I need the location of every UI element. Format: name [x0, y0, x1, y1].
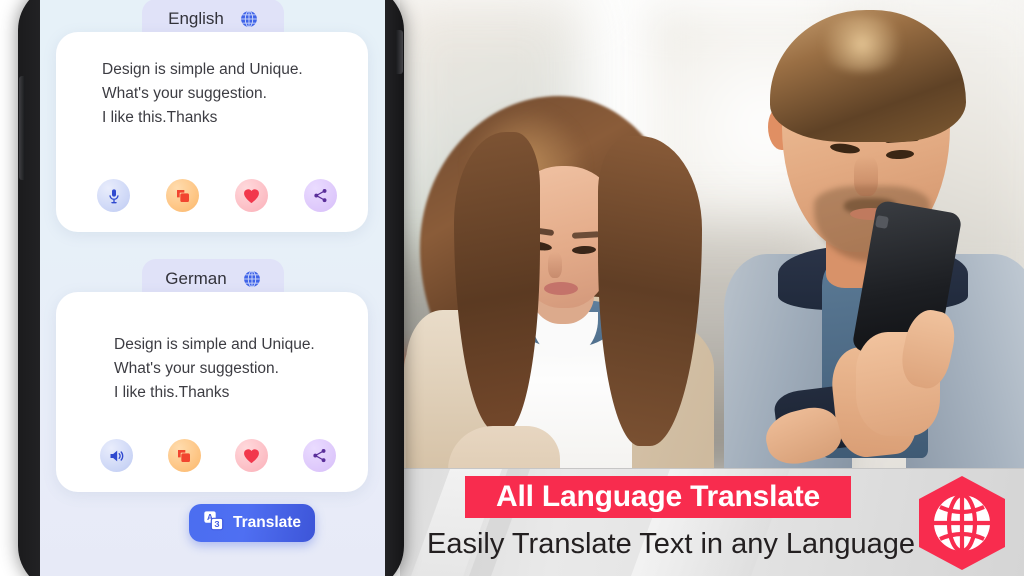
man-phone-camera	[875, 215, 889, 229]
man-hair-highlight	[814, 16, 910, 72]
person-man	[724, 10, 1024, 484]
language-chip-source-label: English	[168, 9, 224, 28]
translate-icon: A З	[203, 510, 224, 536]
translation-card-target: Design is simple and Unique. What's your…	[56, 292, 368, 492]
banner-subtitle: Easily Translate Text in any Language	[427, 528, 915, 560]
source-text-line: I like this.Thanks	[102, 109, 218, 126]
woman-nose	[548, 252, 562, 278]
promo-screenshot: All Language Translate Easily Translate …	[0, 0, 1024, 576]
language-chip-target-label: German	[165, 269, 227, 288]
svg-text:З: З	[214, 519, 219, 529]
share-icon[interactable]	[302, 439, 336, 472]
copy-icon[interactable]	[167, 439, 201, 472]
speaker-icon[interactable]	[100, 439, 133, 472]
target-action-row	[100, 439, 336, 472]
banner-title: All Language Translate	[495, 480, 821, 513]
globe-icon	[240, 10, 258, 28]
copy-icon[interactable]	[166, 179, 199, 212]
target-text-line: What's your suggestion.	[114, 360, 279, 377]
phone-power-button[interactable]	[396, 30, 403, 74]
man-nose	[854, 156, 878, 196]
translation-card-source: Design is simple and Unique. What's your…	[56, 32, 368, 232]
heart-icon[interactable]	[235, 439, 269, 472]
globe-icon	[243, 270, 261, 288]
person-woman	[404, 96, 714, 576]
hexagon-globe-logo	[908, 471, 1016, 575]
target-text-line: I like this.Thanks	[114, 384, 230, 401]
phone-screen: English Design is simple and Unique. Wha…	[40, 0, 385, 576]
promo-banner: All Language Translate Easily Translate …	[400, 468, 1024, 576]
target-text-line: Design is simple and Unique.	[114, 336, 315, 353]
source-text-line: What's your suggestion.	[102, 85, 267, 102]
woman-lips	[544, 282, 578, 295]
share-icon[interactable]	[304, 179, 337, 212]
source-text-line: Design is simple and Unique.	[102, 61, 303, 78]
heart-icon[interactable]	[235, 179, 268, 212]
source-action-row	[97, 179, 337, 212]
translate-button-label: Translate	[232, 514, 302, 531]
phone-volume-button[interactable]	[19, 76, 25, 180]
microphone-icon[interactable]	[97, 179, 130, 212]
translate-button[interactable]: A З Translate	[189, 504, 315, 542]
